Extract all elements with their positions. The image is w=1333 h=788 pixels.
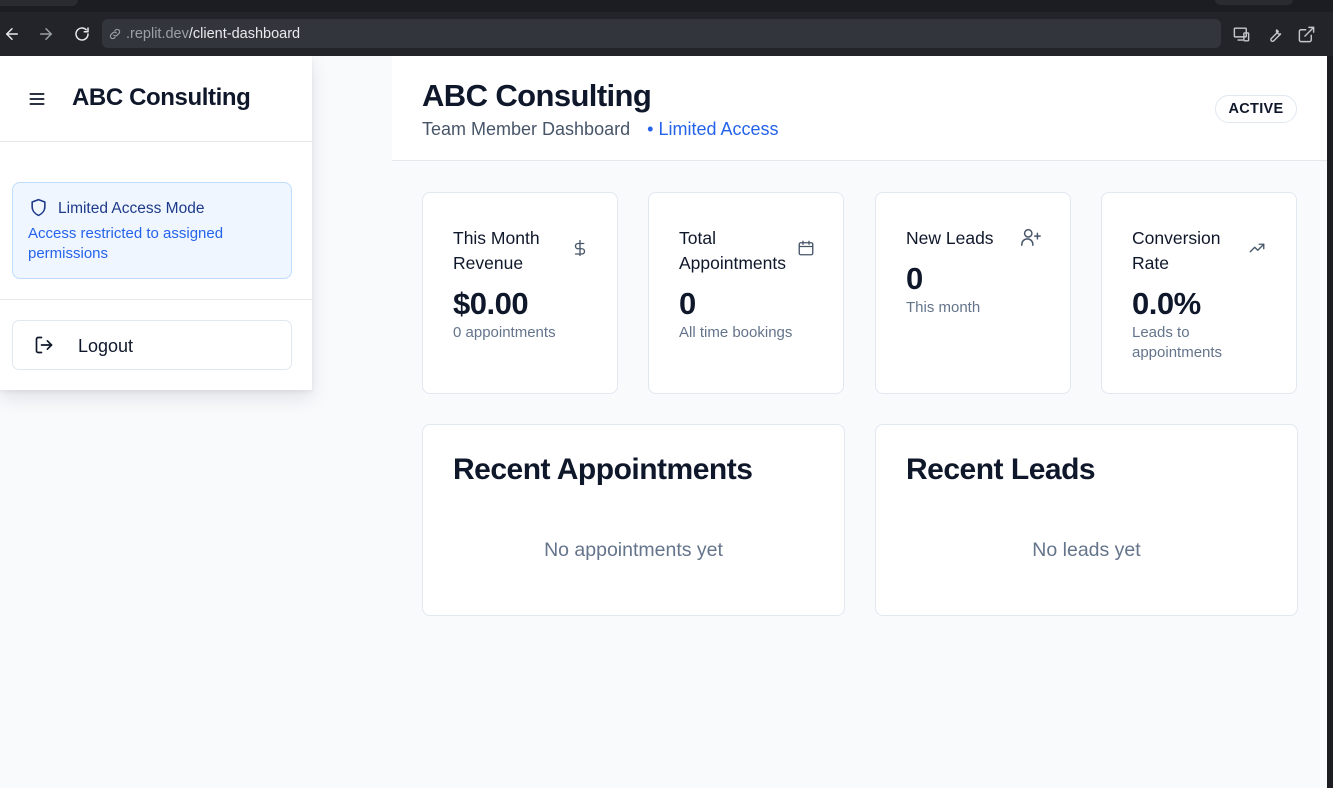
wrench-icon [1269,28,1281,42]
arrow-left-icon [6,28,18,40]
dashboard-header: ABC Consulting Team Member Dashboard • L… [392,56,1327,161]
divider [0,299,312,300]
stat-value: 0 [679,286,696,321]
access-notice-description: Access restricted to assigned permission… [28,225,224,262]
separator-dot: • [647,119,654,139]
dashboard-type: Team Member Dashboard [422,119,631,139]
browser-tab[interactable] [1215,0,1293,5]
panel-title: Recent Appointments [453,453,753,486]
logout-icon [35,336,53,354]
stat-value: 0.0% [1132,286,1201,321]
stat-title: This Month Revenue [453,228,540,273]
stat-title: Total Appointments [679,228,787,273]
access-level: Limited Access [658,119,779,139]
open-new-tab-button[interactable] [1294,22,1318,46]
empty-state: No appointments yet [544,539,723,561]
stat-card-conversion: Conversion Rate 0.0% Leads to appointmen… [1101,192,1297,394]
stat-subtext: 0 appointments [453,324,556,341]
app-viewport: ABC Consulting Team Member Dashboard • L… [0,56,1327,788]
external-link-icon [1298,26,1314,42]
stat-card-revenue: This Month Revenue $0.00 0 appointments [422,192,618,394]
arrow-right-icon [40,28,52,40]
recent-leads-panel: Recent Leads No leads yet [875,424,1298,616]
limited-access-notice: Limited Access Mode Access restricted to… [12,182,292,279]
stat-subtext: This month [906,299,981,316]
sidebar-title: ABC Consulting [72,84,251,111]
stat-card-new-leads: New Leads 0 This month [875,192,1071,394]
reload-button[interactable] [70,22,94,46]
stat-title: Conversion Rate [1132,228,1221,273]
sidebar-header: ABC Consulting [0,56,312,142]
status-badge: ACTIVE [1215,95,1297,123]
reload-icon [75,27,89,41]
stat-title: New Leads [906,228,994,248]
hamburger-icon [29,93,45,105]
devices-icon [1233,26,1249,42]
recent-appointments-panel: Recent Appointments No appointments yet [422,424,845,616]
stat-value: 0 [906,261,923,296]
calendar-icon [798,240,814,256]
logout-label: Logout [78,336,134,356]
shield-icon [31,198,46,217]
address-bar[interactable]: .replit.dev/client-dashboard [102,19,1221,48]
stat-card-appointments: Total Appointments 0 All time bookings [648,192,844,394]
browser-tab[interactable] [0,0,78,6]
devices-button[interactable] [1229,22,1253,46]
stat-value: $0.00 [453,286,529,321]
stat-subtext: Leads to appointments [1132,324,1223,361]
dollar-icon [574,239,586,257]
stat-subtext: All time bookings [679,324,793,341]
menu-toggle-button[interactable] [27,89,47,109]
link-icon [108,26,124,42]
forward-button[interactable] [34,22,58,46]
page-title: ABC Consulting [422,78,652,113]
user-plus-icon [1021,228,1041,246]
browser-toolbar: .replit.dev/client-dashboard [0,12,1333,56]
logout-button[interactable]: Logout [12,320,292,370]
trending-up-icon [1249,243,1265,253]
page-subtitle: Team Member Dashboard • Limited Access [422,119,779,140]
devtools-button[interactable] [1262,22,1286,46]
panel-title: Recent Leads [906,453,1096,486]
browser-tab-strip [0,0,1333,12]
window-edge [1327,56,1333,788]
back-button[interactable] [0,22,24,46]
empty-state: No leads yet [1032,539,1141,561]
url-path: /client-dashboard [188,25,301,42]
url-domain: .replit.dev [126,25,189,42]
sidebar: ABC Consulting Limited Access Mode Acces… [0,56,312,390]
access-notice-title: Limited Access Mode [58,200,205,217]
